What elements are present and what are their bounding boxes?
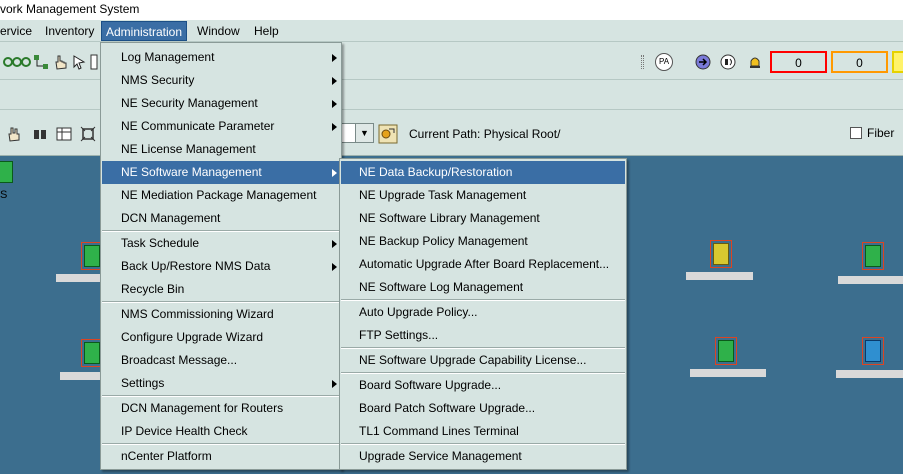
menu-item-ne-mediation-package-management[interactable]: NE Mediation Package Management	[102, 184, 340, 207]
ne-node-label	[690, 369, 766, 377]
critical-alarm-count[interactable]: 0	[770, 51, 827, 73]
menu-item-ne-software-upgrade-capability-license[interactable]: NE Software Upgrade Capability License..…	[341, 349, 625, 372]
find-icon[interactable]	[32, 126, 48, 142]
fiber-checkbox[interactable]: Fiber	[850, 126, 894, 140]
menu-item-nms-security[interactable]: NMS Security	[102, 69, 340, 92]
menu-item-broadcast-message[interactable]: Broadcast Message...	[102, 349, 340, 372]
menu-item-automatic-upgrade-after-board-replacement[interactable]: Automatic Upgrade After Board Replacemen…	[341, 253, 625, 276]
ne-green-icon	[718, 340, 734, 362]
ne-node[interactable]	[862, 337, 884, 365]
submenu-arrow-icon	[332, 263, 337, 271]
fiber-label: Fiber	[867, 126, 895, 140]
submenu-arrow-icon	[332, 77, 337, 85]
menu-item-nms-commissioning-wizard[interactable]: NMS Commissioning Wizard	[102, 303, 340, 326]
ne-node[interactable]	[862, 242, 884, 270]
menu-item-backup-restore-nms-data[interactable]: Back Up/Restore NMS Data	[102, 255, 340, 278]
fit-view-icon[interactable]	[80, 126, 96, 142]
submenu-arrow-icon	[332, 240, 337, 248]
go-path-icon[interactable]	[378, 124, 398, 144]
menu-item-ne-backup-policy-management[interactable]: NE Backup Policy Management	[341, 230, 625, 253]
topology-link-icon[interactable]	[3, 54, 31, 70]
menu-item-ne-data-backup-restoration[interactable]: NE Data Backup/Restoration	[341, 161, 625, 184]
menu-help[interactable]: Help	[250, 21, 283, 41]
menu-item-ne-upgrade-task-management[interactable]: NE Upgrade Task Management	[341, 184, 625, 207]
ne-software-submenu: NE Data Backup/Restoration NE Upgrade Ta…	[339, 158, 627, 470]
menu-item-board-patch-software-upgrade[interactable]: Board Patch Software Upgrade...	[341, 397, 625, 420]
menu-item-tl1-command-lines-terminal[interactable]: TL1 Command Lines Terminal	[341, 420, 625, 443]
arrow-right-icon[interactable]	[695, 54, 711, 70]
toolbar-grip	[641, 55, 644, 69]
chevron-down-icon[interactable]: ▼	[355, 124, 373, 142]
current-path: Current Path: Physical Root/	[409, 127, 561, 141]
submenu-arrow-icon	[332, 123, 337, 131]
ne-node-label	[686, 272, 753, 280]
menu-item-settings[interactable]: Settings	[102, 372, 340, 395]
window-title: vork Management System	[0, 2, 140, 16]
menu-item-board-software-upgrade[interactable]: Board Software Upgrade...	[341, 374, 625, 397]
hand-pointer-icon[interactable]	[52, 54, 68, 70]
menu-item-task-schedule[interactable]: Task Schedule	[102, 232, 340, 255]
view-selector[interactable]: ▼	[340, 123, 374, 143]
ne-node[interactable]	[710, 240, 732, 268]
minor-alarm-count[interactable]	[892, 51, 903, 73]
ne-green-icon	[84, 245, 100, 267]
ne-node-label	[836, 370, 903, 378]
menu-service[interactable]: ervice	[0, 21, 36, 41]
menu-item-ncenter-platform[interactable]: nCenter Platform	[102, 445, 340, 468]
submenu-arrow-icon	[332, 54, 337, 62]
ne-node[interactable]	[715, 337, 737, 365]
ne-node-label	[838, 276, 903, 284]
menu-item-recycle-bin[interactable]: Recycle Bin	[102, 278, 340, 301]
submenu-arrow-icon	[332, 169, 337, 177]
ne-node[interactable]	[0, 158, 16, 186]
menu-item-ne-security-management[interactable]: NE Security Management	[102, 92, 340, 115]
menu-item-ne-license-management[interactable]: NE License Management	[102, 138, 340, 161]
major-alarm-count[interactable]: 0	[831, 51, 888, 73]
administration-menu: Log Management NMS Security NE Security …	[100, 42, 342, 470]
hand-tool-icon[interactable]	[6, 126, 22, 142]
fiber-checkbox-box[interactable]	[850, 127, 862, 139]
submenu-arrow-icon	[332, 380, 337, 388]
submenu-arrow-icon	[332, 100, 337, 108]
menu-item-configure-upgrade-wizard[interactable]: Configure Upgrade Wizard	[102, 326, 340, 349]
menu-inventory[interactable]: Inventory	[41, 21, 98, 41]
menu-window[interactable]: Window	[193, 21, 244, 41]
pointer-tool-icon[interactable]	[72, 54, 88, 70]
ne-green-icon	[865, 245, 881, 267]
menu-item-ip-device-health-check[interactable]: IP Device Health Check	[102, 420, 340, 443]
alarm-sound-icon[interactable]	[720, 54, 736, 70]
menu-item-ne-software-log-management[interactable]: NE Software Log Management	[341, 276, 625, 299]
menu-item-ne-software-library-management[interactable]: NE Software Library Management	[341, 207, 625, 230]
pa-icon[interactable]: PA	[655, 53, 673, 71]
menu-item-dcn-management-for-routers[interactable]: DCN Management for Routers	[102, 397, 340, 420]
ne-green-icon	[84, 342, 100, 364]
ne-yellow-icon	[713, 243, 729, 265]
table-icon[interactable]	[56, 126, 72, 142]
menu-administration[interactable]: Administration	[101, 21, 188, 41]
ne-node-label: S	[0, 189, 8, 201]
document-icon[interactable]	[90, 54, 98, 70]
menu-bar: ervice Inventory Administration Window H…	[0, 20, 903, 42]
menu-item-auto-upgrade-policy[interactable]: Auto Upgrade Policy...	[341, 301, 625, 324]
ne-green-icon	[0, 161, 13, 183]
bell-icon[interactable]	[747, 54, 763, 70]
title-bar: vork Management System	[0, 0, 903, 20]
ne-blue-icon	[865, 340, 881, 362]
menu-item-ne-communicate-parameter[interactable]: NE Communicate Parameter	[102, 115, 340, 138]
ne-node-label	[56, 274, 100, 282]
menu-item-dcn-management[interactable]: DCN Management	[102, 207, 340, 230]
menu-item-ftp-settings[interactable]: FTP Settings...	[341, 324, 625, 347]
menu-item-log-management[interactable]: Log Management	[102, 46, 340, 69]
node-tree-icon[interactable]	[33, 54, 49, 70]
menu-item-ne-software-management[interactable]: NE Software Management	[102, 161, 340, 184]
menu-item-upgrade-service-management[interactable]: Upgrade Service Management	[341, 445, 625, 468]
ne-node-label	[60, 372, 100, 380]
